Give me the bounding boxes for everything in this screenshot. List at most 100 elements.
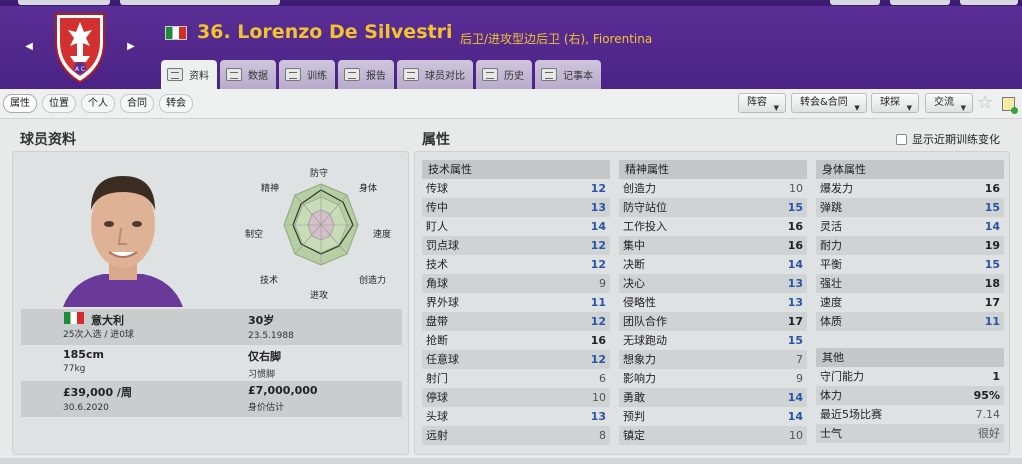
previous-player-arrow[interactable]: ◀	[22, 40, 36, 54]
radar-label-technique: 技术	[260, 274, 278, 286]
checkbox[interactable]	[896, 133, 907, 145]
tab-stats[interactable]: 数据	[220, 60, 276, 89]
subtab-personal[interactable]: 个人	[81, 94, 115, 113]
profile-section-title: 球员资料	[20, 132, 76, 148]
mental-attributes-header: 精神属性	[619, 160, 807, 179]
attribute-label: 防守站位	[623, 201, 667, 214]
bottom-strip	[0, 458, 1022, 464]
football-icon	[285, 68, 301, 81]
attribute-row: 远射 8	[422, 426, 610, 445]
tab-profile[interactable]: 资料	[161, 60, 217, 89]
attribute-row: 抢断 16	[422, 331, 610, 350]
next-player-arrow[interactable]: ▶	[124, 40, 138, 54]
radar-label-physical: 身体	[359, 182, 377, 194]
attribute-label: 决断	[623, 258, 645, 271]
info-row: 185cm 77kg 仅右脚 习惯脚	[21, 345, 402, 381]
attribute-value: 14	[984, 220, 1000, 233]
attribute-value: 14	[590, 220, 606, 233]
attribute-row: 爆发力 16	[816, 179, 1004, 198]
top-strip-button[interactable]	[120, 0, 280, 5]
show-recent-training-toggle[interactable]: 显示近期训练变化	[896, 131, 1000, 147]
attribute-value: 9	[796, 372, 803, 385]
attribute-value: 16	[787, 220, 803, 233]
nationality: 意大利	[91, 314, 124, 327]
physical-attributes-header: 身体属性	[816, 160, 1004, 179]
notebook-icon	[541, 68, 557, 81]
chevron-down-icon: ▼	[854, 104, 860, 112]
attribute-label: 传中	[426, 201, 448, 214]
attribute-value: 16	[787, 239, 803, 252]
attribute-label: 灵活	[820, 220, 842, 233]
tab-compare[interactable]: 球员对比	[397, 60, 473, 89]
attribute-value: 10	[789, 182, 803, 195]
tab-training[interactable]: 训练	[279, 60, 335, 89]
preferred-foot: 仅右脚	[248, 350, 281, 363]
attribute-row: 技术 12	[422, 255, 610, 274]
attribute-value: 15	[787, 334, 803, 347]
other-attributes: 其他 守门能力 1 体力 95% 最近5场比赛 7.14 士气 很好	[816, 348, 1004, 443]
attributes-section-title: 属性	[422, 132, 450, 148]
scout-dropdown[interactable]: 球探 ▼	[871, 93, 919, 113]
attribute-label: 无球跑动	[623, 334, 667, 347]
subtab-positions[interactable]: 位置	[42, 94, 76, 113]
attribute-row: 决断 14	[619, 255, 807, 274]
top-strip-button[interactable]	[830, 0, 880, 5]
attribute-row: 勇敢 14	[619, 388, 807, 407]
profile-info-grid: 意大利 25次入选 / 进0球 30岁 23.5.1988 185cm 77kg…	[21, 309, 402, 417]
attribute-label: 镇定	[623, 429, 645, 442]
top-strip-button[interactable]	[18, 0, 110, 5]
attribute-value: 10	[789, 429, 803, 442]
attribute-value: 7	[796, 353, 803, 366]
attribute-label: 耐力	[820, 239, 842, 252]
attribute-value: 12	[590, 239, 606, 252]
chevron-down-icon: ▼	[960, 104, 966, 112]
attribute-value: 15	[787, 201, 803, 214]
interact-dropdown[interactable]: 交流 ▼	[925, 93, 973, 113]
attribute-value: 很好	[978, 427, 1000, 440]
attribute-value: 12	[590, 315, 606, 328]
compare-icon	[403, 68, 419, 81]
attribute-row: 停球 10	[422, 388, 610, 407]
tab-notebook[interactable]: 记事本	[535, 60, 601, 89]
attribute-label: 罚点球	[426, 239, 459, 252]
attribute-row: 侵略性 13	[619, 293, 807, 312]
tab-report[interactable]: 报告	[338, 60, 394, 89]
subtab-contract[interactable]: 合同	[120, 94, 154, 113]
attribute-value: 17	[787, 315, 803, 328]
attribute-row: 体质 11	[816, 312, 1004, 331]
attribute-row: 决心 13	[619, 274, 807, 293]
top-toolbar-strip	[0, 0, 1022, 6]
attribute-row: 弹跳 15	[816, 198, 1004, 217]
estimated-value: £7,000,000	[248, 384, 318, 397]
transfer-contract-dropdown[interactable]: 转会&合同 ▼	[791, 93, 867, 113]
physical-attributes: 身体属性 爆发力 16 弹跳 15 灵活 14 耐力 19 平衡 15 强壮 18 速度 17 体质 11	[816, 160, 1004, 331]
squad-dropdown[interactable]: 阵容 ▼	[738, 93, 786, 113]
attribute-label: 任意球	[426, 353, 459, 366]
attribute-value: 9	[599, 277, 606, 290]
other-attributes-header: 其他	[816, 348, 1004, 367]
tab-history[interactable]: 历史	[476, 60, 532, 89]
attribute-row: 传中 13	[422, 198, 610, 217]
attribute-value: 12	[590, 353, 606, 366]
attribute-label: 盯人	[426, 220, 448, 233]
attribute-value: 13	[590, 201, 606, 214]
attribute-row: 影响力 9	[619, 369, 807, 388]
top-strip-button[interactable]	[960, 0, 1018, 5]
svg-text:A C: A C	[75, 66, 85, 73]
attribute-row: 镇定 10	[619, 426, 807, 445]
attribute-label: 勇敢	[623, 391, 645, 404]
radar-label-speed: 速度	[373, 228, 391, 240]
sub-toolbar: 属性 位置 个人 合同 转会 阵容 ▼ 转会&合同 ▼ 球探 ▼ 交流 ▼	[0, 89, 1022, 119]
favourite-star-icon[interactable]: ☆	[977, 92, 993, 113]
attribute-row: 强壮 18	[816, 274, 1004, 293]
attribute-label: 头球	[426, 410, 448, 423]
history-icon	[482, 68, 498, 81]
attribute-value: 6	[599, 372, 606, 385]
subtab-transfer[interactable]: 转会	[159, 94, 193, 113]
top-strip-button[interactable]	[890, 0, 950, 5]
subtab-attributes[interactable]: 属性	[3, 94, 37, 113]
attribute-radar-chart: 防守 身体 速度 创造力 进攻 技术 制空 精神	[245, 167, 391, 301]
add-note-icon[interactable]	[1002, 97, 1018, 114]
attribute-label: 最近5场比赛	[820, 408, 882, 421]
info-row: 意大利 25次入选 / 进0球 30岁 23.5.1988	[21, 309, 402, 345]
